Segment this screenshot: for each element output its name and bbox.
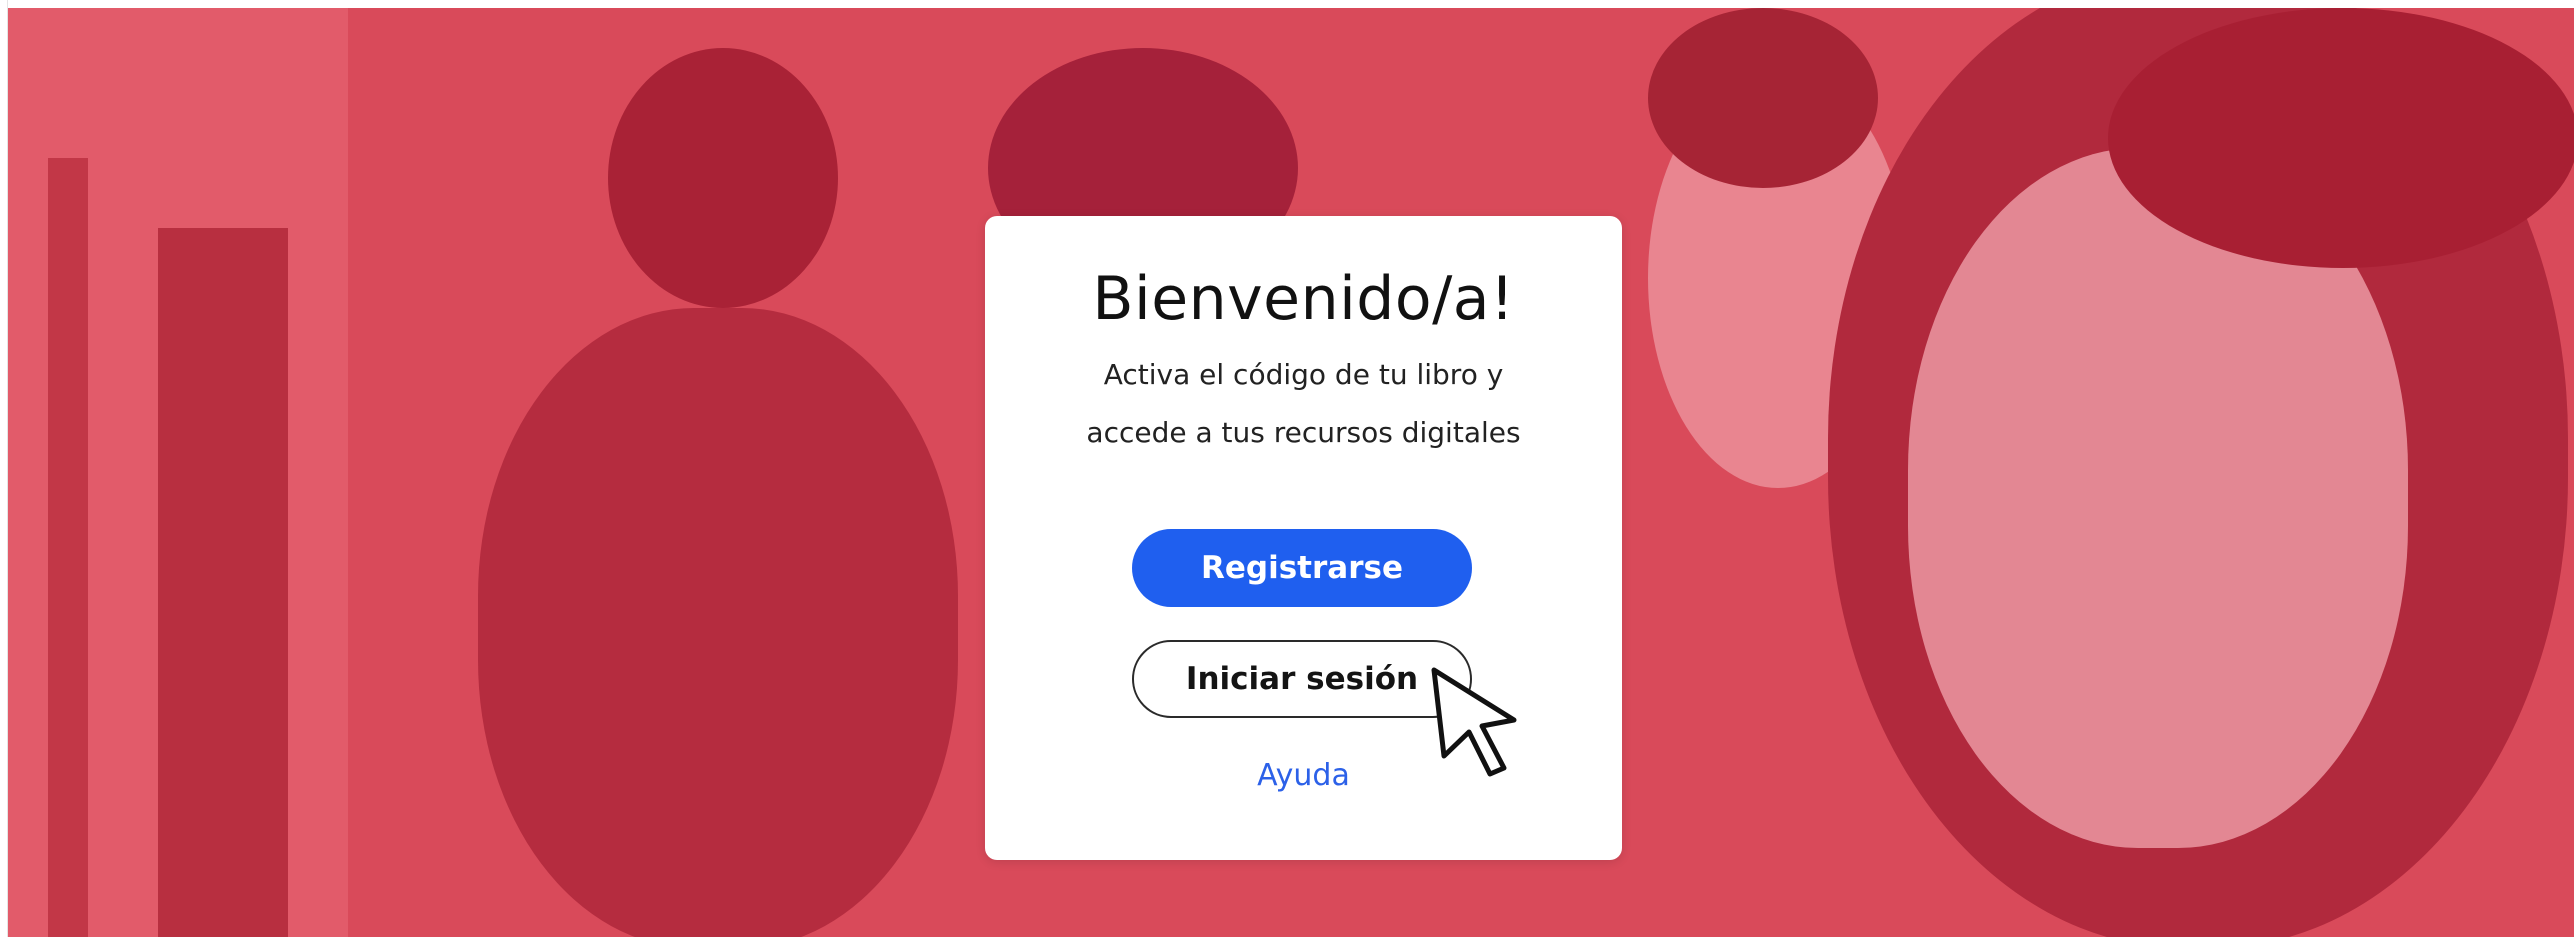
background-person-body bbox=[478, 308, 958, 937]
background-window-frame bbox=[48, 158, 88, 937]
login-button[interactable]: Iniciar sesión bbox=[1132, 640, 1472, 718]
pointer-hand-cursor-icon bbox=[1431, 667, 1517, 777]
register-button-label: Registrarse bbox=[1201, 550, 1403, 586]
welcome-title: Bienvenido/a! bbox=[1092, 264, 1515, 334]
register-button[interactable]: Registrarse bbox=[1132, 529, 1472, 607]
welcome-subtitle-line2: accede a tus recursos digitales bbox=[1086, 416, 1521, 449]
left-edge bbox=[0, 0, 8, 937]
login-button-label: Iniciar sesión bbox=[1185, 661, 1419, 697]
background-window-frame bbox=[158, 228, 288, 937]
background-woman-hair-top bbox=[2108, 8, 2574, 268]
welcome-subtitle-line1: Activa el código de tu libro y bbox=[1103, 358, 1504, 391]
top-edge bbox=[0, 0, 2574, 8]
background-person-head bbox=[608, 48, 838, 308]
background-girl-hair bbox=[1648, 8, 1878, 188]
